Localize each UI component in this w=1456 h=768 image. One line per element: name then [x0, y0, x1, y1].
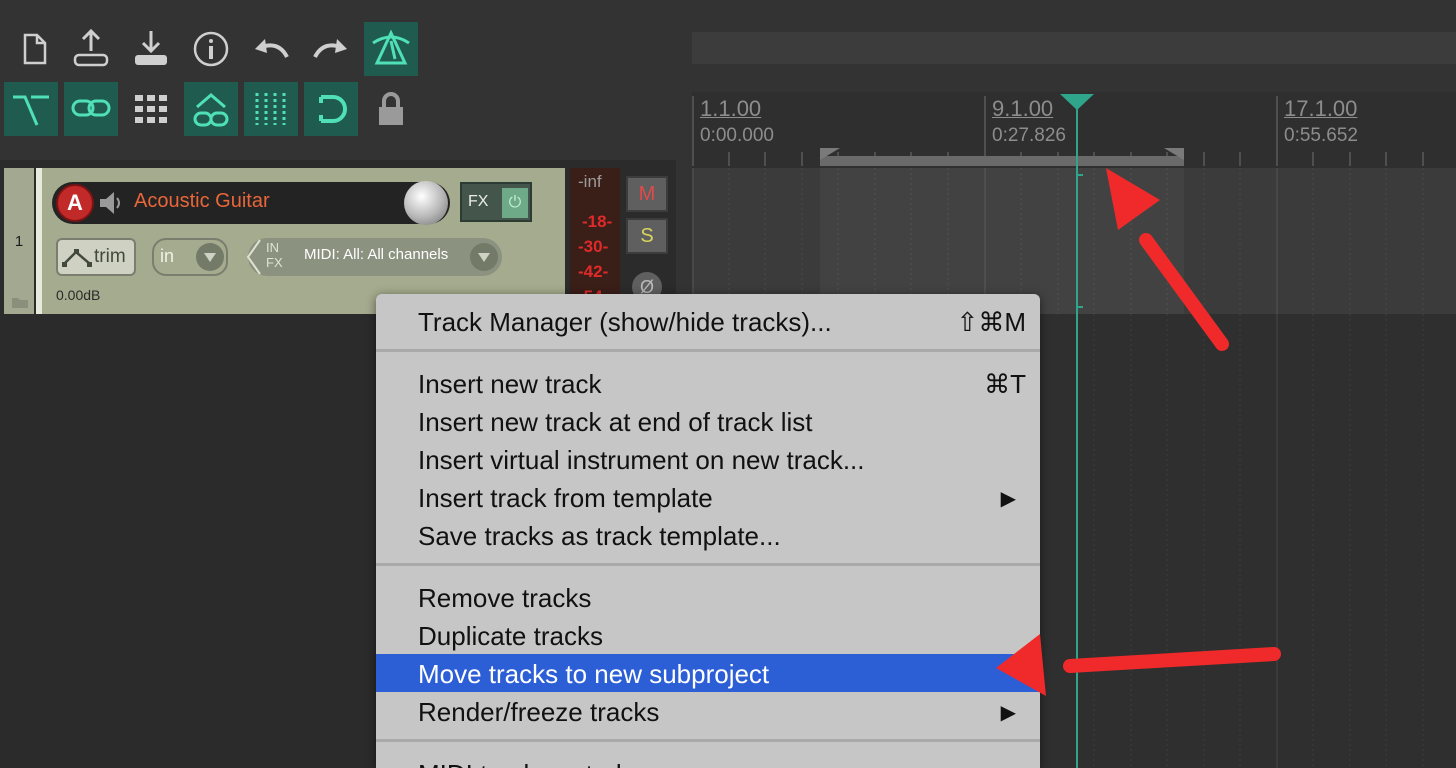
menu-separator	[376, 349, 1040, 352]
meter-peak-readout[interactable]: -inf	[578, 172, 602, 192]
ruler-time-1: 0:00.000	[700, 125, 774, 146]
input-arrow-icon	[246, 239, 261, 275]
ruler-measure-3: 17.1.00	[1284, 96, 1358, 121]
project-settings-icon[interactable]	[184, 22, 238, 76]
undo-icon[interactable]	[244, 22, 298, 76]
ruler-measure-1: 1.1.00	[700, 96, 762, 121]
meter-tick: -42-	[578, 262, 609, 281]
menu-item-label: Move tracks to new subproject	[418, 659, 770, 689]
menu-item-label: Insert track from template	[418, 483, 713, 513]
menu-item-label: Duplicate tracks	[418, 621, 603, 651]
menu-item-insert-new-track[interactable]: Insert new track ⌘T	[376, 364, 1040, 402]
folder-icon[interactable]	[12, 296, 28, 308]
save-project-icon[interactable]	[124, 22, 178, 76]
menu-item-track-manager[interactable]: Track Manager (show/hide tracks)... ⇧⌘M	[376, 302, 1040, 340]
mute-button[interactable]: M	[626, 176, 668, 212]
time-selection-bracket	[1076, 174, 1083, 308]
menu-item-render-freeze[interactable]: Render/freeze tracks ▶	[376, 692, 1040, 730]
menu-item-label: Save tracks as track template...	[418, 521, 781, 551]
redo-icon[interactable]	[304, 22, 358, 76]
item-grouping-icon[interactable]	[64, 82, 118, 136]
menu-item-insert-track-from-template[interactable]: Insert track from template ▶	[376, 478, 1040, 516]
midi-input-label: MIDI: All: All channels	[304, 246, 449, 263]
menu-item-label: Remove tracks	[418, 583, 592, 613]
menu-item-label: Insert virtual instrument on new track..…	[418, 445, 865, 475]
lock-icon[interactable]	[364, 82, 418, 136]
menu-item-label: Render/freeze tracks	[418, 697, 660, 727]
solo-button[interactable]: S	[626, 218, 668, 254]
menu-item-move-to-subproject[interactable]: Move tracks to new subproject	[376, 654, 1040, 692]
track-number[interactable]: 1	[4, 168, 34, 314]
menu-item-insert-track-at-end[interactable]: Insert new track at end of track list	[376, 402, 1040, 440]
snap-grid-icon[interactable]	[244, 82, 298, 136]
menu-item-duplicate-tracks[interactable]: Duplicate tracks	[376, 616, 1040, 654]
input-label: in	[160, 246, 175, 266]
chevron-down-icon[interactable]	[196, 243, 224, 271]
menu-item-save-track-template[interactable]: Save tracks as track template...	[376, 516, 1040, 554]
loop-region-handles[interactable]	[818, 148, 1188, 168]
ruler-time-2: 0:27.826	[992, 125, 1066, 146]
input-fx-indicator[interactable]: IN FX	[266, 240, 283, 270]
menu-item-midi-track-controls[interactable]: MIDI track controls ▶	[376, 754, 1040, 768]
menu-separator	[376, 563, 1040, 566]
envelope-points-icon[interactable]	[184, 82, 238, 136]
meter-tick: -18-	[582, 212, 613, 231]
envelope-icon	[62, 249, 92, 267]
submenu-arrow-icon: ▶	[1001, 762, 1016, 768]
infx-top: IN	[266, 240, 279, 255]
ruler-measure-2: 9.1.00	[992, 96, 1054, 121]
menu-item-insert-virtual-instrument[interactable]: Insert virtual instrument on new track..…	[376, 440, 1040, 478]
menu-item-label: Track Manager (show/hide tracks)...	[418, 307, 832, 337]
power-icon[interactable]: ⏻	[502, 188, 528, 218]
infx-bottom: FX	[266, 255, 283, 270]
grid-icon[interactable]	[124, 82, 178, 136]
submenu-arrow-icon: ▶	[1000, 488, 1016, 510]
volume-readout: 0.00dB	[56, 287, 101, 303]
loop-region-shade	[820, 168, 1184, 314]
edit-cursor-marker-icon[interactable]	[1060, 94, 1094, 110]
volume-knob[interactable]	[404, 181, 448, 225]
main-toolbar	[0, 0, 676, 160]
record-arm-button[interactable]: A	[56, 184, 94, 222]
menu-item-label: MIDI track controls	[418, 759, 635, 768]
chevron-down-icon[interactable]	[470, 243, 498, 271]
menu-item-label: Insert new track	[418, 369, 602, 399]
menu-item-shortcut: ⌘T	[984, 369, 1026, 399]
metronome-icon[interactable]	[364, 22, 418, 76]
ruler-time-3: 0:55.652	[1284, 125, 1358, 146]
horizontal-scrollbar[interactable]	[692, 32, 1456, 64]
open-project-icon[interactable]	[64, 22, 118, 76]
automation-mode-label: trim	[94, 246, 126, 267]
menu-item-remove-tracks[interactable]: Remove tracks	[376, 578, 1040, 616]
loop-icon[interactable]	[304, 82, 358, 136]
menu-separator	[376, 739, 1040, 742]
track-name[interactable]: Acoustic Guitar	[134, 190, 270, 213]
menu-item-shortcut: ⇧⌘M	[956, 307, 1026, 337]
menu-item-label: Insert new track at end of track list	[418, 407, 813, 437]
fx-label: FX	[468, 193, 489, 210]
speaker-icon[interactable]	[98, 190, 124, 216]
new-project-icon[interactable]	[6, 22, 60, 76]
ripple-editing-icon[interactable]	[4, 82, 58, 136]
submenu-arrow-icon: ▶	[1000, 702, 1016, 724]
meter-tick: -30-	[578, 237, 609, 256]
